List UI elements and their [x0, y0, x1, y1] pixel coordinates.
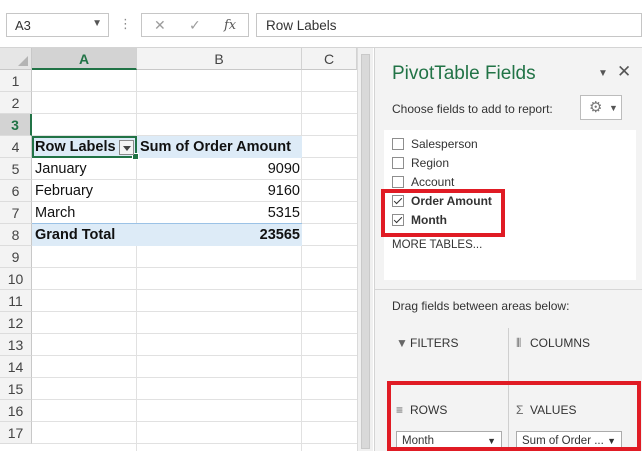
row-header[interactable]: 6	[0, 180, 32, 202]
row-header[interactable]: 10	[0, 268, 32, 290]
gridline	[32, 421, 357, 422]
name-box-value: A3	[15, 18, 31, 33]
chevron-down-icon: ▼	[609, 103, 618, 113]
gridline	[32, 399, 357, 400]
pivot-row-label[interactable]: March	[35, 202, 75, 224]
pivot-value-header[interactable]: Sum of Order Amount	[140, 136, 300, 158]
formula-buttons: ✕ ✓ fx	[141, 13, 249, 37]
pane-separator	[375, 289, 642, 290]
pivot-row-label[interactable]: January	[35, 158, 87, 180]
more-tables-link[interactable]: MORE TABLES...	[392, 239, 482, 251]
row-header[interactable]: 1	[0, 70, 32, 92]
row-header[interactable]: 11	[0, 290, 32, 312]
highlight-selected-fields	[381, 189, 505, 237]
column-header-a[interactable]: A	[32, 48, 137, 70]
field-label: Salesperson	[411, 137, 478, 151]
gridline	[32, 377, 357, 378]
columns-icon: ⦀	[516, 336, 522, 350]
grand-total-label[interactable]: Grand Total	[35, 224, 115, 246]
row-header[interactable]: 12	[0, 312, 32, 334]
enter-icon[interactable]: ✓	[189, 17, 201, 34]
gridline	[32, 311, 357, 312]
row-header[interactable]: 8	[0, 224, 32, 246]
row-labels-filter-button[interactable]	[119, 140, 134, 155]
row-header[interactable]: 5	[0, 158, 32, 180]
highlight-rows-values-areas	[387, 381, 641, 451]
gridline	[32, 355, 357, 356]
gridline	[32, 443, 357, 444]
field-checkbox[interactable]	[392, 157, 404, 169]
formula-text: Row Labels	[266, 18, 337, 33]
column-header-b[interactable]: B	[137, 48, 302, 70]
pivot-row-value[interactable]: 9090	[140, 158, 300, 180]
grand-total-value[interactable]: 23565	[140, 224, 300, 246]
formula-input[interactable]: Row Labels	[256, 13, 642, 37]
row-header[interactable]: 7	[0, 202, 32, 224]
formula-bar-area: A3 ▼ ⋮ ✕ ✓ fx Row Labels	[0, 0, 642, 48]
row-header[interactable]: 17	[0, 422, 32, 444]
vertical-scrollbar[interactable]	[357, 48, 373, 451]
row-header[interactable]: 14	[0, 356, 32, 378]
pane-title: PivotTable Fields	[392, 63, 536, 84]
gridline	[136, 70, 137, 451]
gridline	[32, 91, 357, 92]
row-header[interactable]: 3	[0, 114, 32, 136]
field-checkbox[interactable]	[392, 176, 404, 188]
gridline	[32, 113, 357, 114]
pivot-row-value[interactable]: 5315	[140, 202, 300, 224]
select-all-button[interactable]	[0, 48, 32, 70]
scrollbar-thumb[interactable]	[361, 54, 370, 449]
tools-button[interactable]: ⚙ ▼	[580, 95, 622, 120]
row-header[interactable]: 15	[0, 378, 32, 400]
gridline	[32, 289, 357, 290]
filters-area-label: FILTERS	[410, 336, 459, 350]
name-box-dropdown-icon[interactable]: ▼	[92, 18, 102, 29]
pivot-row-value[interactable]: 9160	[140, 180, 300, 202]
gridline	[301, 70, 302, 451]
close-icon[interactable]: ✕	[617, 62, 631, 82]
row-header[interactable]: 13	[0, 334, 32, 356]
name-box[interactable]: A3 ▼	[6, 13, 109, 37]
row-header[interactable]: 9	[0, 246, 32, 268]
worksheet-grid: A B C 1 2 3 4 5 6 7 8 9 10 11 12 13 14 15 16 17 Row Labe…	[0, 48, 357, 451]
pane-options-dropdown-icon[interactable]: ▼	[598, 68, 608, 79]
field-label: Region	[411, 156, 450, 170]
row-header[interactable]: 16	[0, 400, 32, 422]
pivottable-fields-pane: PivotTable Fields ▼ ✕ Choose fields to a…	[374, 48, 642, 451]
pivot-row-label[interactable]: February	[35, 180, 93, 202]
row-header[interactable]: 2	[0, 92, 32, 114]
field-checkbox[interactable]	[392, 138, 404, 150]
column-header-c[interactable]: C	[302, 48, 357, 70]
insert-function-icon[interactable]: fx	[224, 18, 236, 33]
gridline	[32, 267, 357, 268]
gridline	[32, 333, 357, 334]
columns-area-label: COLUMNS	[530, 336, 591, 350]
choose-fields-label: Choose fields to add to report:	[392, 102, 553, 116]
gear-icon: ⚙	[589, 99, 603, 116]
cell-area[interactable]: Row Labels Sum of Order Amount January 9…	[32, 70, 357, 451]
cancel-icon[interactable]: ✕	[154, 17, 166, 34]
field-label: Account	[411, 175, 455, 189]
formula-bar-more-icon[interactable]: ⋮	[119, 16, 132, 32]
row-header[interactable]: 4	[0, 136, 32, 158]
drag-fields-label: Drag fields between areas below:	[392, 299, 570, 313]
filter-icon: ▼	[396, 336, 408, 350]
